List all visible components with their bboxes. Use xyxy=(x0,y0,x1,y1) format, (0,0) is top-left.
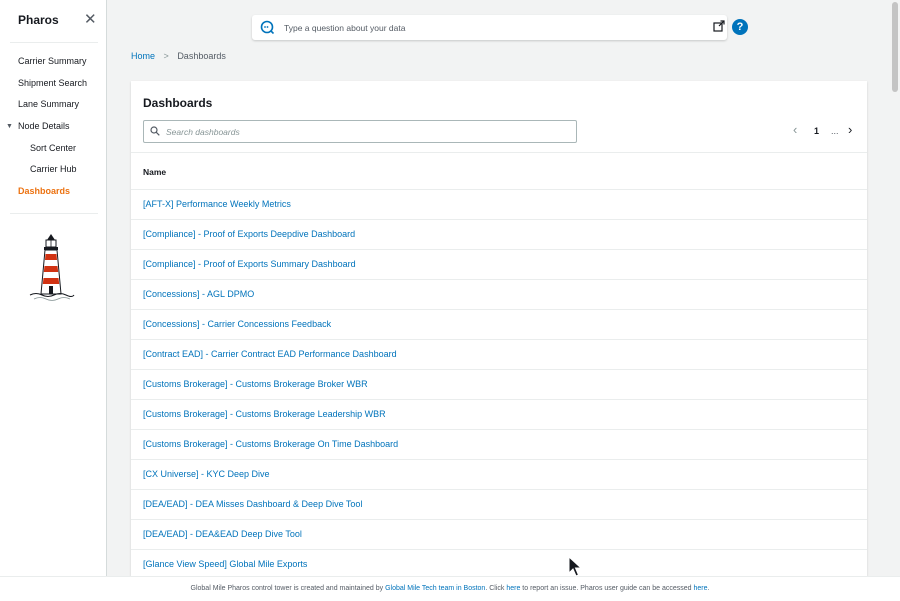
dashboard-link[interactable]: [Compliance] - Proof of Exports Deepdive… xyxy=(143,229,355,239)
lighthouse-logo-icon xyxy=(29,234,75,301)
dashboard-link[interactable]: [Contract EAD] - Carrier Contract EAD Pe… xyxy=(143,349,397,359)
breadcrumb-current: Dashboards xyxy=(177,51,226,61)
footer-text: to report an issue. Pharos user guide ca… xyxy=(520,585,694,592)
app-title: Pharos xyxy=(18,13,59,27)
footer-text: . Click xyxy=(485,585,507,592)
table-row: [Contract EAD] - Carrier Contract EAD Pe… xyxy=(131,339,867,369)
divider xyxy=(131,152,867,153)
search-dashboards-box[interactable] xyxy=(143,120,577,143)
dashboard-link[interactable]: [Customs Brokerage] - Customs Brokerage … xyxy=(143,439,398,449)
table-row: [CX Universe] - KYC Deep Dive xyxy=(131,459,867,489)
sidebar-item-sort-center[interactable]: Sort Center xyxy=(0,141,106,163)
table-row: [Customs Brokerage] - Customs Brokerage … xyxy=(131,399,867,429)
table-row: [Compliance] - Proof of Exports Summary … xyxy=(131,249,867,279)
chevron-right-icon: > xyxy=(163,51,169,61)
dashboard-link[interactable]: [Concessions] - Carrier Concessions Feed… xyxy=(143,319,331,329)
dashboard-link[interactable]: [Glance View Speed] Global Mile Exports xyxy=(143,559,307,569)
sidebar-item-carrier-hub[interactable]: Carrier Hub xyxy=(0,162,106,184)
page-title: Dashboards xyxy=(143,96,213,110)
dashboard-link[interactable]: [Customs Brokerage] - Customs Brokerage … xyxy=(143,379,368,389)
search-icon xyxy=(150,126,160,136)
footer-team-link[interactable]: Global Mile Tech team in Boston xyxy=(385,585,485,592)
dashboard-link[interactable]: [Compliance] - Proof of Exports Summary … xyxy=(143,259,356,269)
table-row: [Concessions] - AGL DPMO xyxy=(131,279,867,309)
dashboard-link[interactable]: [Concessions] - AGL DPMO xyxy=(143,289,254,299)
page-number[interactable]: 1 xyxy=(814,124,819,138)
share-icon[interactable] xyxy=(713,20,725,32)
sidebar-item-shipment-search[interactable]: Shipment Search xyxy=(0,76,106,98)
sidebar-item-carrier-summary[interactable]: Carrier Summary xyxy=(0,54,106,76)
dashboard-link[interactable]: [AFT-X] Performance Weekly Metrics xyxy=(143,199,291,209)
dashboard-link[interactable]: [CX Universe] - KYC Deep Dive xyxy=(143,469,270,479)
mouse-cursor-icon xyxy=(568,556,582,577)
divider xyxy=(10,42,98,43)
table-row: [DEA/EAD] - DEA Misses Dashboard & Deep … xyxy=(131,489,867,519)
sidebar-item-lane-summary[interactable]: Lane Summary xyxy=(0,97,106,119)
scrollbar[interactable] xyxy=(890,0,900,576)
ask-question-bar[interactable] xyxy=(252,15,727,40)
footer-guide-link[interactable]: here xyxy=(694,585,708,592)
sidebar-item-label: Node Details xyxy=(18,121,70,132)
footer-text: Global Mile Pharos control tower is crea… xyxy=(190,585,386,592)
close-icon[interactable]: ✕ xyxy=(84,11,97,29)
table-row: [Compliance] - Proof of Exports Deepdive… xyxy=(131,219,867,249)
search-dashboards-input[interactable] xyxy=(164,124,568,140)
dashboard-link[interactable]: [DEA/EAD] - DEA Misses Dashboard & Deep … xyxy=(143,499,362,509)
sidebar: Pharos ✕ Carrier Summary Shipment Search… xyxy=(0,0,107,600)
dashboard-list: [AFT-X] Performance Weekly Metrics [Comp… xyxy=(131,189,867,579)
chat-search-icon xyxy=(260,20,274,34)
ask-question-input[interactable] xyxy=(282,19,706,37)
table-row: [AFT-X] Performance Weekly Metrics xyxy=(131,189,867,219)
sidebar-nav: Carrier Summary Shipment Search Lane Sum… xyxy=(0,54,106,206)
help-icon[interactable]: ? xyxy=(732,19,748,35)
sidebar-header: Pharos ✕ xyxy=(18,11,98,31)
dashboard-link[interactable]: [Customs Brokerage] - Customs Brokerage … xyxy=(143,409,386,419)
sidebar-item-dashboards[interactable]: Dashboards xyxy=(0,184,106,206)
chevron-right-icon[interactable]: › xyxy=(848,123,858,136)
table-row: [DEA/EAD] - DEA&EAD Deep Dive Tool xyxy=(131,519,867,549)
breadcrumb: Home > Dashboards xyxy=(131,50,226,62)
divider xyxy=(10,213,98,214)
sidebar-item-node-details[interactable]: ▼ Node Details xyxy=(0,119,106,141)
table-row: [Concessions] - Carrier Concessions Feed… xyxy=(131,309,867,339)
dashboard-link[interactable]: [DEA/EAD] - DEA&EAD Deep Dive Tool xyxy=(143,529,302,539)
chevron-left-icon[interactable]: ‹ xyxy=(793,123,803,136)
table-row: [Customs Brokerage] - Customs Brokerage … xyxy=(131,369,867,399)
breadcrumb-home-link[interactable]: Home xyxy=(131,51,155,61)
footer-text: . xyxy=(707,585,710,592)
table-row: [Glance View Speed] Global Mile Exports xyxy=(131,549,867,579)
footer: Global Mile Pharos control tower is crea… xyxy=(0,576,900,601)
caret-down-icon: ▼ xyxy=(6,123,13,131)
footer-report-link[interactable]: here xyxy=(506,585,520,592)
pagination: ‹ 1 ... › xyxy=(793,123,863,138)
page-ellipsis: ... xyxy=(831,126,839,136)
scrollbar-thumb[interactable] xyxy=(892,2,898,92)
column-header-name: Name xyxy=(143,167,167,177)
dashboards-panel: Dashboards ‹ 1 ... › Name [AFT-X] Perfor… xyxy=(131,81,867,576)
table-row: [Customs Brokerage] - Customs Brokerage … xyxy=(131,429,867,459)
